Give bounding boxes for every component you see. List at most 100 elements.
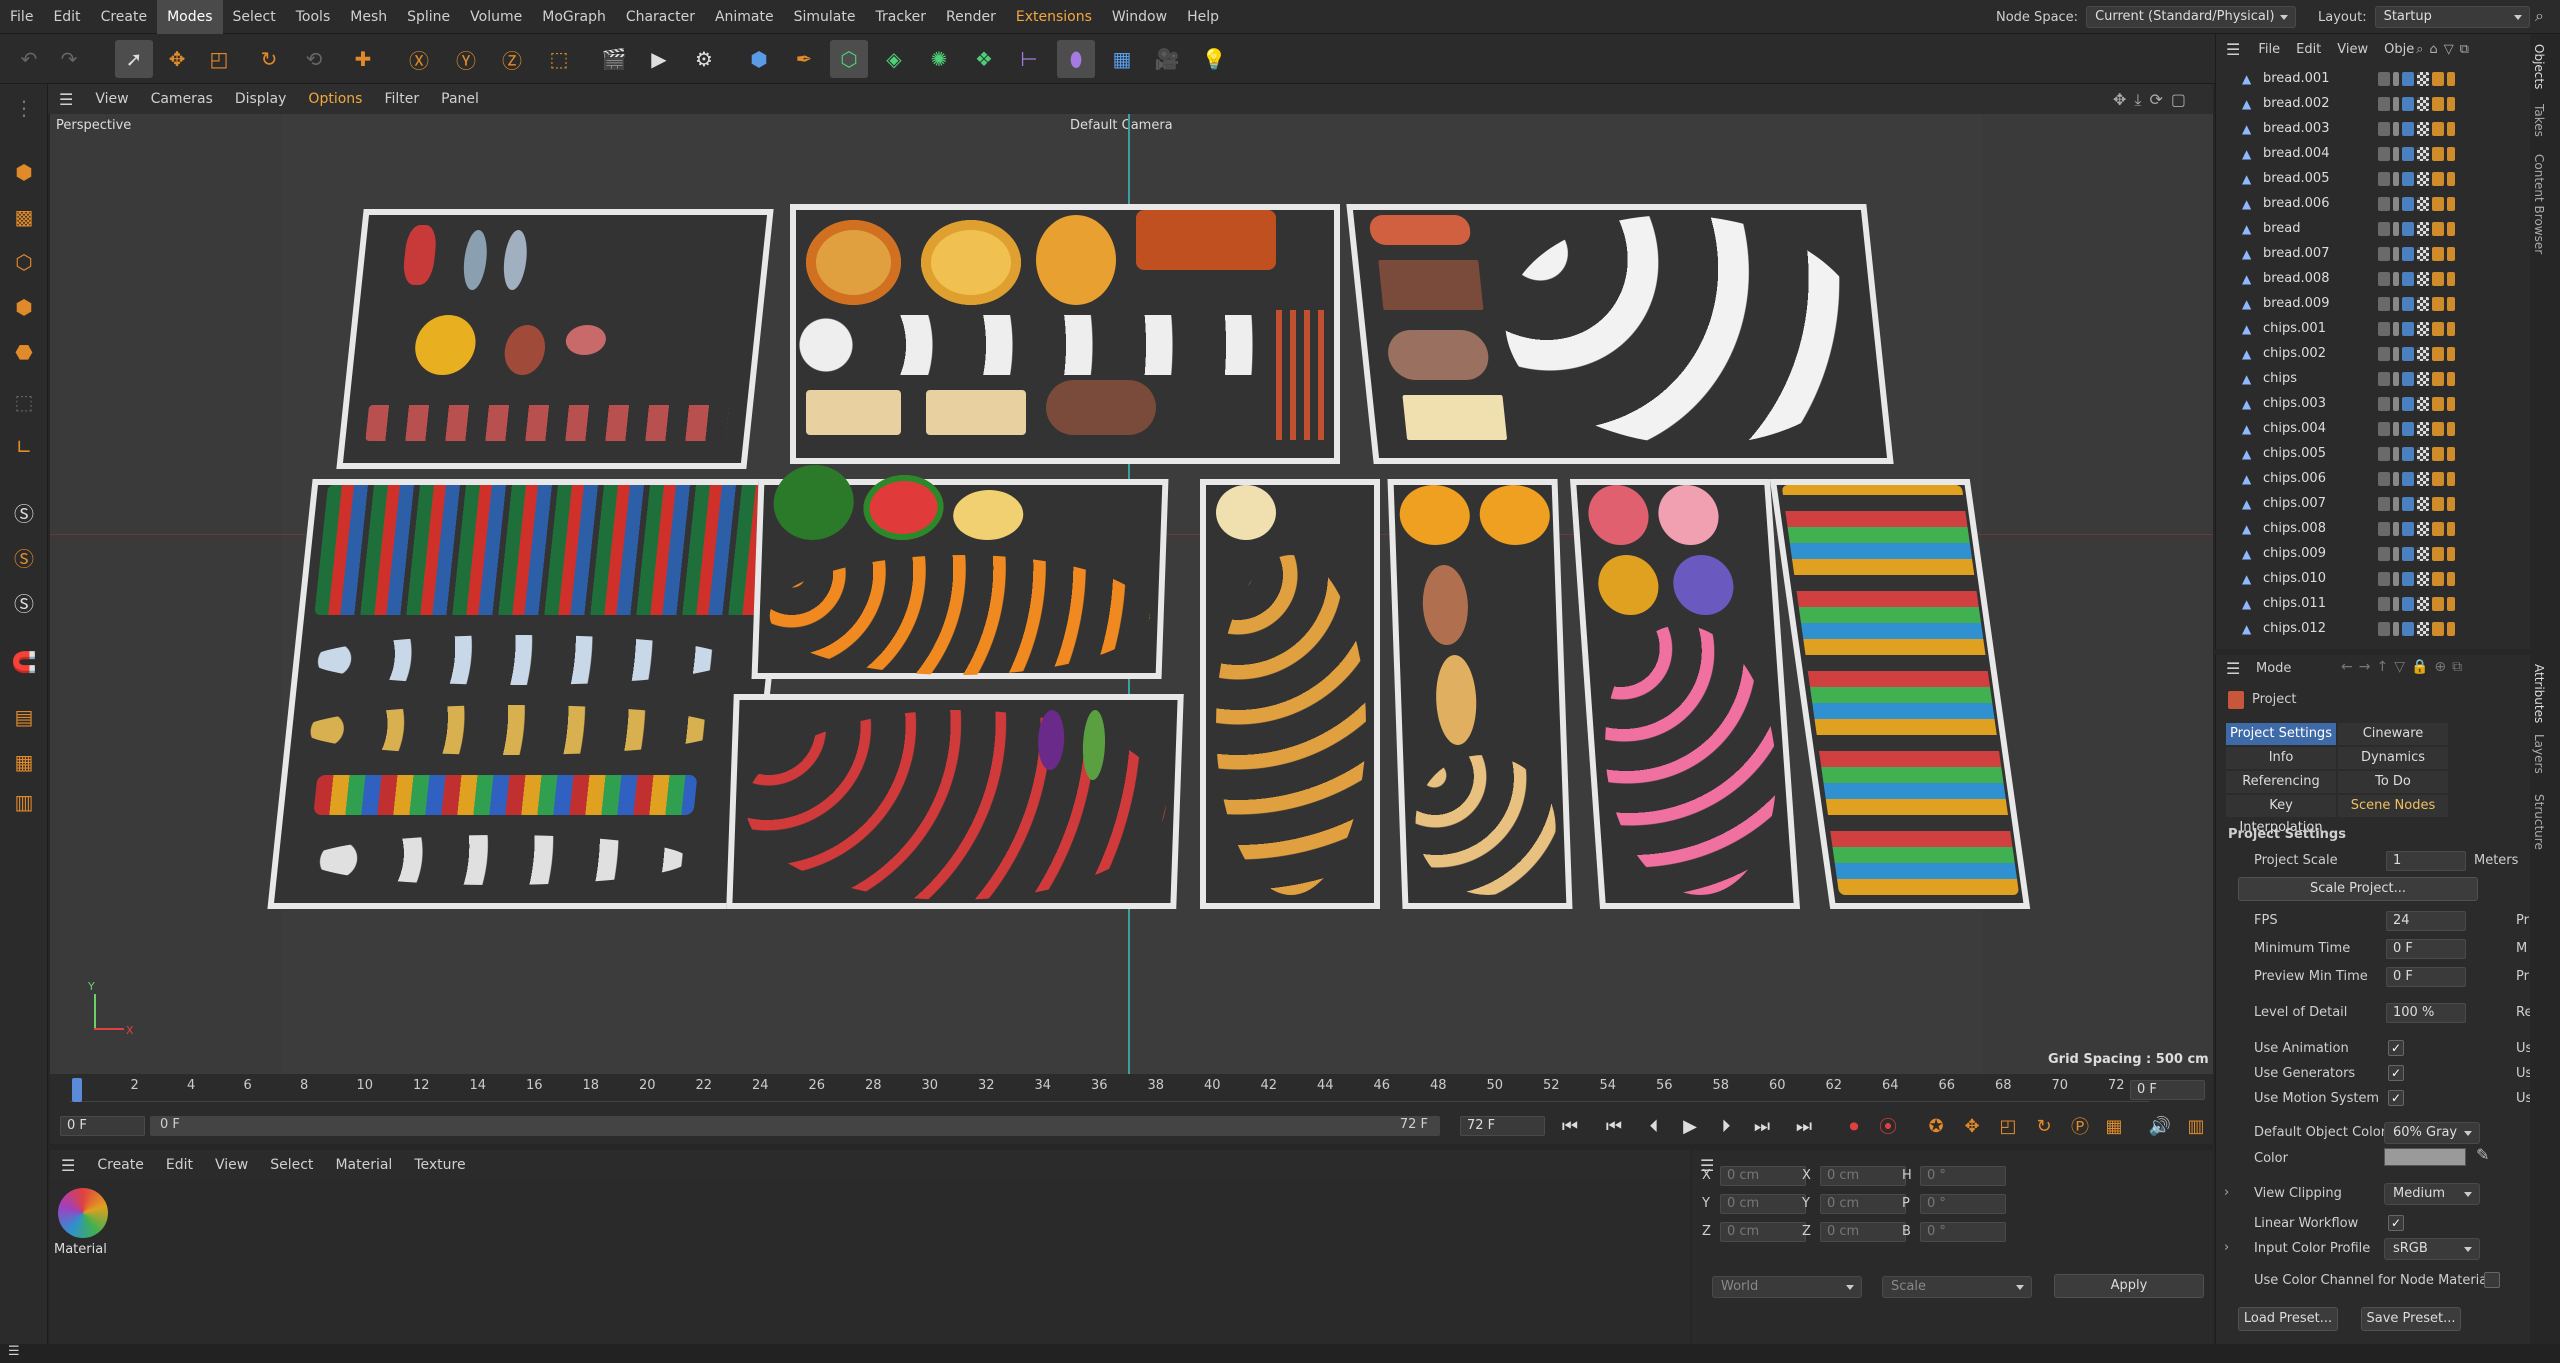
object-tags[interactable] [2378,196,2455,211]
coord-value-field[interactable]: 0 cm [1720,1166,1806,1186]
coord-system-icon[interactable]: ⬚ [540,40,578,78]
object-row[interactable]: ▲ bread.002 [2216,91,2516,116]
coord-value-field[interactable]: 0 ° [1920,1166,2006,1186]
object-tags[interactable] [2378,71,2455,86]
texture-tag-icon[interactable] [2432,121,2444,136]
texture-tag-icon[interactable] [2432,521,2444,536]
lod-field[interactable]: 100 % [2386,1003,2466,1023]
texture-tag-icon-2[interactable] [2447,71,2455,86]
visibility-dots-icon[interactable] [2393,471,2399,486]
use-animation-checkbox[interactable]: ✓ [2388,1040,2404,1056]
timeline-icon[interactable]: ▥ [2182,1112,2210,1140]
edit-tag-icon[interactable] [2378,421,2390,436]
texture-tag-icon[interactable] [2432,621,2444,636]
range-slider[interactable]: 0 F 72 F [150,1116,1440,1136]
prev-frame-icon[interactable]: ⏴ [1640,1112,1668,1140]
object-tags[interactable] [2378,521,2455,536]
viewport-menu-options[interactable]: Options [297,91,373,107]
visibility-dots-icon[interactable] [2393,521,2399,536]
texture-tag-icon-2[interactable] [2447,371,2455,386]
menu-select[interactable]: Select [223,0,286,34]
texture-tag-icon[interactable] [2432,571,2444,586]
viewport-menu-view[interactable]: View [84,91,139,107]
texture-tag-icon[interactable] [2432,171,2444,186]
redo-icon[interactable]: ↷ [50,40,88,78]
menu-extensions[interactable]: Extensions [1006,0,1102,34]
objects-menu-file[interactable]: File [2250,42,2288,57]
texture-tag-icon[interactable] [2432,246,2444,261]
tray-bread[interactable] [1387,479,1573,909]
visibility-dots-icon[interactable] [2393,296,2399,311]
side-tab-layers[interactable]: Layers [2532,734,2546,774]
phong-tag-icon[interactable] [2402,446,2414,461]
project-scale-unit[interactable]: Meters [2474,853,2518,868]
visibility-dots-icon[interactable] [2393,221,2399,236]
object-tags[interactable] [2378,421,2455,436]
load-preset-button[interactable]: Load Preset... [2238,1307,2338,1331]
phong-tag-icon[interactable] [2402,271,2414,286]
object-row[interactable]: ▲ bread.001 [2216,66,2516,91]
phong-tag-icon[interactable] [2402,146,2414,161]
object-row[interactable]: ▲ chips.009 [2216,541,2516,566]
use-generators-checkbox[interactable]: ✓ [2388,1065,2404,1081]
default-obj-color-dropdown[interactable]: 60% Gray [2384,1122,2480,1144]
apply-button[interactable]: Apply [2054,1274,2204,1298]
phong-tag-icon[interactable] [2402,371,2414,386]
tray-vegetables[interactable] [726,694,1184,909]
edit-tag-icon[interactable] [2378,571,2390,586]
texture-tag-icon-2[interactable] [2447,346,2455,361]
object-row[interactable]: ▲ chips.007 [2216,491,2516,516]
object-row[interactable]: ▲ bread.003 [2216,116,2516,141]
visibility-dots-icon[interactable] [2393,171,2399,186]
input-color-profile-dropdown[interactable]: sRGB [2384,1238,2480,1260]
tray-drinks[interactable] [267,479,793,909]
phong-tag-icon[interactable] [2402,621,2414,636]
phong-tag-icon[interactable] [2402,346,2414,361]
cube-icon[interactable]: ⬢ [740,40,778,78]
key-rot-icon[interactable]: ↻ [2030,1112,2058,1140]
texture-mode-icon[interactable]: ▩ [6,199,42,235]
material-menu-select[interactable]: Select [259,1157,324,1173]
edit-tag-icon[interactable] [2378,96,2390,111]
object-tags[interactable] [2378,346,2455,361]
phong-tag-icon[interactable] [2402,196,2414,211]
menu-window[interactable]: Window [1102,0,1177,34]
recent-tool-icon[interactable]: ⟲ [295,40,333,78]
edges-mode-icon[interactable]: ⬢ [6,289,42,325]
fps-field[interactable]: 24 [2386,911,2466,931]
menu-edit[interactable]: Edit [43,0,90,34]
edit-tag-icon[interactable] [2378,546,2390,561]
texture-tag-icon-2[interactable] [2447,521,2455,536]
phong-tag-icon[interactable] [2402,496,2414,511]
coord-value-field[interactable]: 0 cm [1720,1222,1806,1242]
material-tag-icon[interactable] [2417,596,2429,611]
material-tag-icon[interactable] [2417,246,2429,261]
object-row[interactable]: ▲ chips.012 [2216,616,2516,641]
grid-icon[interactable]: ▦ [6,744,42,780]
pen-icon[interactable]: ✒ [785,40,823,78]
visibility-dots-icon[interactable] [2393,371,2399,386]
object-tags[interactable] [2378,596,2455,611]
side-tab-takes[interactable]: Takes [2532,104,2546,137]
material-tag-icon[interactable] [2417,271,2429,286]
lock-workplane-icon[interactable]: ▥ [6,784,42,820]
menu-file[interactable]: File [0,0,43,34]
object-tags[interactable] [2378,146,2455,161]
visibility-dots-icon[interactable] [2393,496,2399,511]
objects-menu-edit[interactable]: Edit [2288,42,2329,57]
attr-menu-icon[interactable]: ☰ [2226,659,2240,678]
menu-tools[interactable]: Tools [286,0,341,34]
texture-tag-icon-2[interactable] [2447,446,2455,461]
min-time-field[interactable]: 0 F [2386,939,2466,959]
object-tags[interactable] [2378,396,2455,411]
sound-icon[interactable]: 🔊 [2146,1112,2174,1140]
texture-tag-icon-2[interactable] [2447,146,2455,161]
visibility-dots-icon[interactable] [2393,121,2399,136]
object-row[interactable]: ▲ chips.004 [2216,416,2516,441]
edit-tag-icon[interactable] [2378,321,2390,336]
eyedropper-icon[interactable]: ✎ [2476,1145,2489,1164]
subdivision-icon[interactable]: ⬡ [830,40,868,78]
objects-menu-toggle-icon[interactable]: ☰ [2216,40,2250,59]
tray-pizza-dishes[interactable] [790,204,1340,464]
object-tags[interactable] [2378,296,2455,311]
